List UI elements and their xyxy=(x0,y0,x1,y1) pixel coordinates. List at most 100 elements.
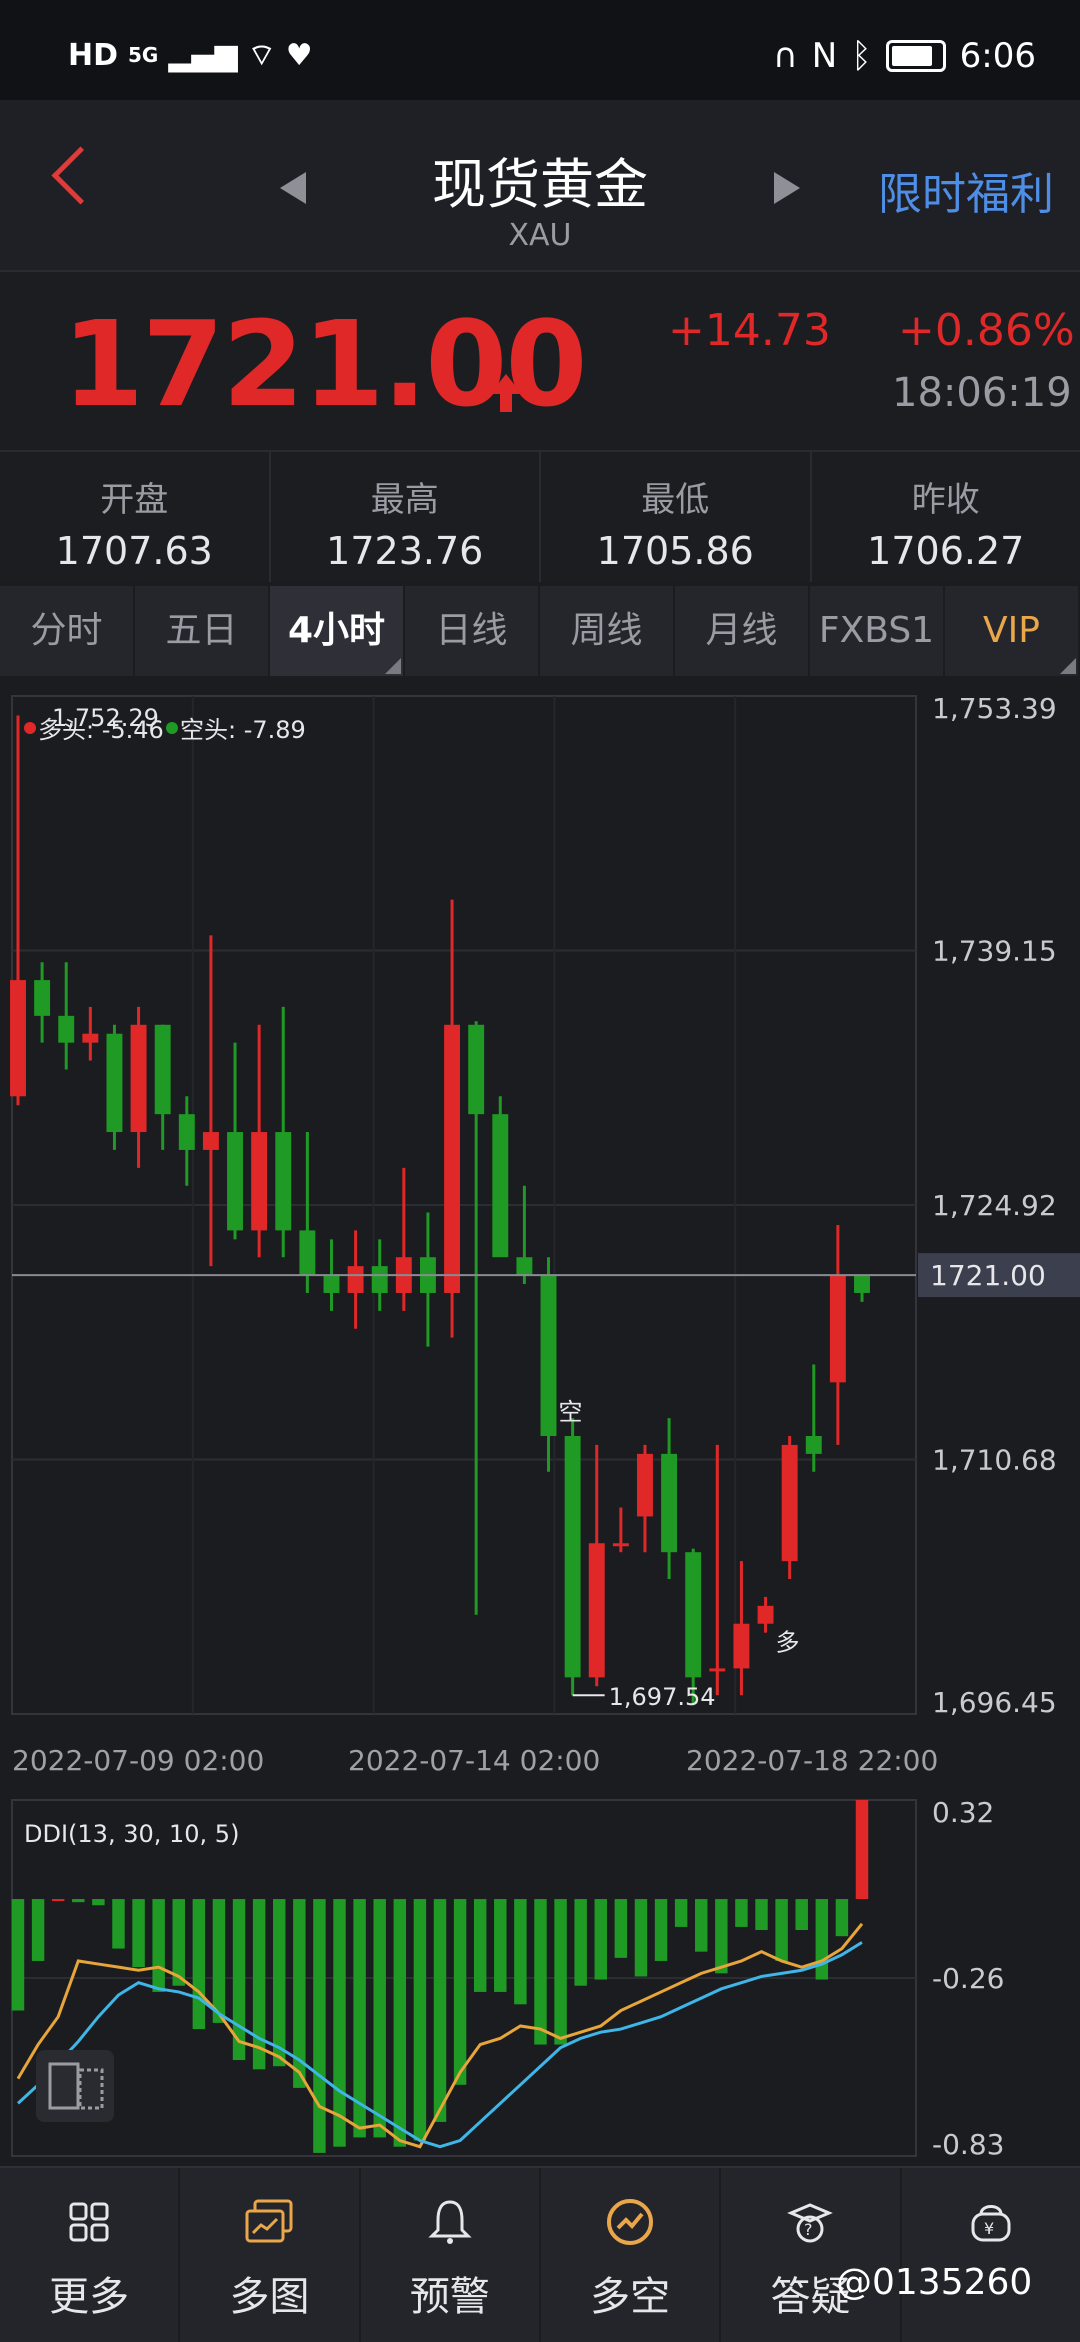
ddi-bar xyxy=(615,1899,627,1958)
candle-body xyxy=(299,1230,315,1275)
nav-savings[interactable]: ¥ xyxy=(902,2168,1080,2342)
ddi-bar xyxy=(193,1899,205,2029)
trend-icon xyxy=(541,2194,719,2250)
candle-body xyxy=(685,1552,701,1677)
promo-link[interactable]: 限时福利 xyxy=(878,158,1054,222)
piggy-bank-icon: ¥ xyxy=(902,2194,1080,2250)
tab-monthly[interactable]: 月线 xyxy=(675,586,810,676)
high-annotation: 1,752.29 xyxy=(52,704,159,732)
candle-body xyxy=(830,1275,846,1382)
ddi-bar xyxy=(595,1899,607,1979)
ddi-bar xyxy=(454,1899,466,2085)
candle-body xyxy=(34,980,50,1016)
stat-value: 1705.86 xyxy=(541,529,810,573)
stat-label: 最高 xyxy=(271,472,540,521)
multi-chart-icon xyxy=(180,2194,358,2250)
quote-time: 18:06:19 xyxy=(892,370,1072,416)
tab-vip[interactable]: VIP xyxy=(945,586,1080,676)
tab-daily[interactable]: 日线 xyxy=(405,586,540,676)
candle-body xyxy=(541,1275,557,1436)
candle-body xyxy=(444,1025,460,1293)
nav-long-short[interactable]: 多空 xyxy=(541,2168,721,2342)
candle-body xyxy=(468,1025,484,1114)
ddi-bar xyxy=(12,1899,24,2010)
ddi-bar xyxy=(173,1899,185,1986)
ddi-bar xyxy=(474,1899,486,1992)
tab-fxbs1[interactable]: FXBS1 xyxy=(810,586,945,676)
stat-value: 1707.63 xyxy=(0,529,269,573)
candle-body xyxy=(854,1275,870,1293)
candle-body xyxy=(10,980,26,1096)
grid-icon xyxy=(0,2194,178,2250)
candle-body xyxy=(565,1436,581,1677)
short-legend: 空头: -7.89 xyxy=(180,716,306,744)
nav-multi-chart[interactable]: 多图 xyxy=(180,2168,360,2342)
ddi-y-tick-label: 0.32 xyxy=(932,1796,994,1829)
signal-5g-icon: 5G xyxy=(128,43,158,67)
ddi-bar xyxy=(655,1899,667,1961)
nav-alert[interactable]: 预警 xyxy=(361,2168,541,2342)
ddi-y-tick-label: -0.26 xyxy=(932,1962,1004,1995)
next-instrument-icon[interactable] xyxy=(774,172,800,204)
price-change-pct: +0.86% xyxy=(898,305,1075,356)
ddi-bar xyxy=(373,1899,385,2137)
stat-label: 最低 xyxy=(541,472,810,521)
status-left: HD 5G ▂▄▆ ⌔ ♥ xyxy=(68,36,313,74)
up-arrow-icon xyxy=(490,374,522,394)
y-tick-label: 1,696.45 xyxy=(932,1686,1057,1719)
sell-signal-mark: 空 xyxy=(559,1398,583,1426)
ddi-bar xyxy=(253,1899,265,2069)
ddi-bar xyxy=(434,1899,446,2122)
candle-body xyxy=(275,1132,291,1230)
price-chart[interactable]: 1,753.391,739.151,724.921,710.681,696.45… xyxy=(0,680,1080,2166)
candle-body xyxy=(372,1266,388,1293)
x-tick-label: 2022-07-09 02:00 xyxy=(12,1744,264,1777)
nav-alert-label: 预警 xyxy=(361,2264,539,2322)
dropdown-corner-icon xyxy=(1060,658,1076,674)
y-tick-label: 1,710.68 xyxy=(932,1444,1057,1477)
nav-qa[interactable]: ? 答疑 xyxy=(721,2168,901,2342)
buy-signal-mark: 多 xyxy=(776,1629,800,1657)
ddi-bar xyxy=(72,1899,84,1902)
stat-open: 开盘1707.63 xyxy=(0,452,271,582)
candle-body xyxy=(637,1454,653,1517)
tab-weekly[interactable]: 周线 xyxy=(540,586,675,676)
bell-icon xyxy=(361,2194,539,2250)
candle-body xyxy=(58,1016,74,1043)
ddi-bar xyxy=(414,1899,426,2140)
y-tick-label: 1,739.15 xyxy=(932,935,1057,968)
ddi-bar xyxy=(856,1800,868,1899)
ddi-bar xyxy=(152,1899,164,1992)
ddi-bar xyxy=(534,1899,546,2044)
status-right: ∩ N ᛒ 6:06 xyxy=(773,36,1036,76)
tab-timeshare[interactable]: 分时 xyxy=(0,586,135,676)
tab-4hour-label: 4小时 xyxy=(288,610,385,651)
hd-icon: HD xyxy=(68,38,118,73)
ddi-bar xyxy=(836,1899,848,1936)
y-tick-label: 1,724.92 xyxy=(932,1189,1057,1222)
candle-body xyxy=(516,1257,532,1275)
watermark: @0135260 xyxy=(836,2262,1032,2303)
tab-5day[interactable]: 五日 xyxy=(135,586,270,676)
candle-body xyxy=(613,1543,629,1546)
candle-body xyxy=(179,1114,195,1150)
ddi-bar xyxy=(112,1899,124,1949)
candle-body xyxy=(806,1436,822,1454)
ddi-bar xyxy=(554,1899,566,2044)
candle-body xyxy=(782,1445,798,1561)
ddi-bar xyxy=(715,1899,727,1973)
ddi-bar xyxy=(574,1899,586,1986)
ddi-bar xyxy=(132,1899,144,1967)
ddi-bar xyxy=(213,1899,225,2023)
stat-label: 昨收 xyxy=(812,472,1080,521)
x-tick-label: 2022-07-14 02:00 xyxy=(348,1744,600,1777)
stat-high: 最高1723.76 xyxy=(271,452,542,582)
current-price-label: 1721.00 xyxy=(930,1259,1046,1292)
candle-body xyxy=(131,1025,147,1132)
svg-text:¥: ¥ xyxy=(984,2219,994,2238)
ddi-bar xyxy=(52,1899,64,1901)
ddi-y-tick-label: -0.83 xyxy=(932,2128,1004,2161)
nav-long-short-label: 多空 xyxy=(541,2264,719,2322)
tab-4hour[interactable]: 4小时 xyxy=(270,586,405,676)
nav-more[interactable]: 更多 xyxy=(0,2168,180,2342)
